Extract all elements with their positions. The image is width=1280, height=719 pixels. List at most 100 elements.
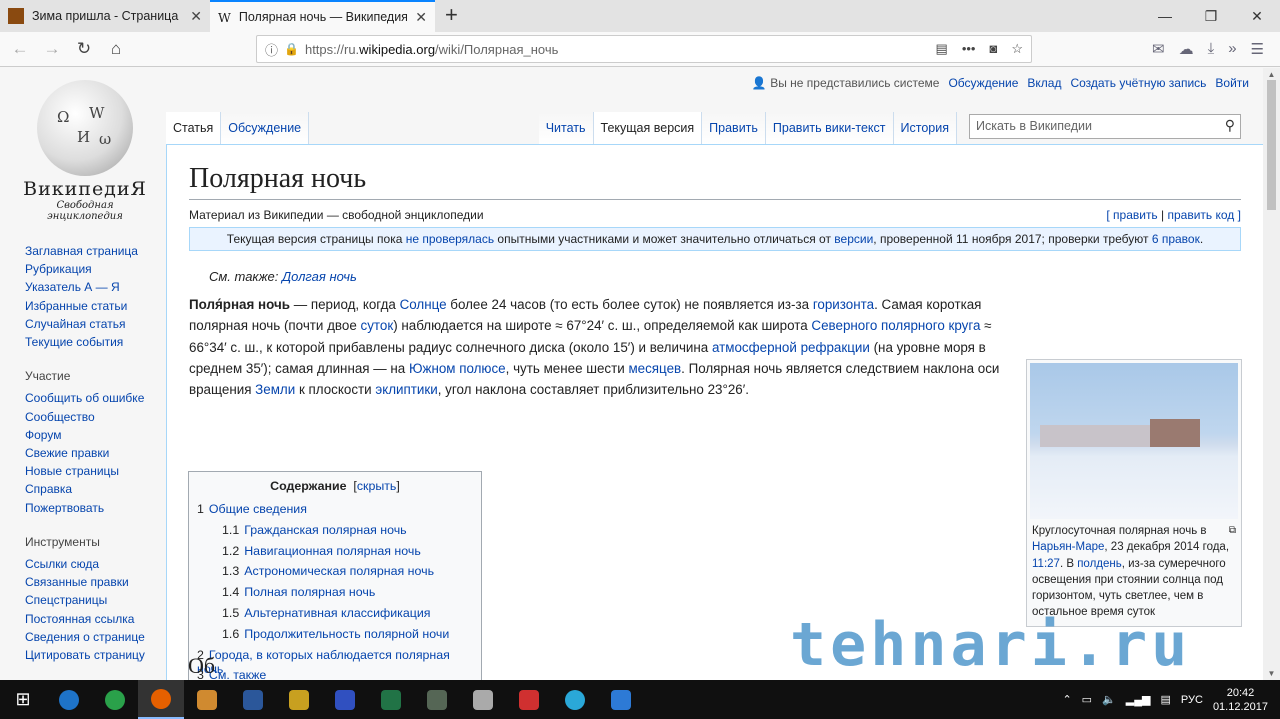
close-tab-icon[interactable]: ✕ — [415, 9, 427, 26]
sidebar-link[interactable]: Форум — [25, 426, 145, 444]
minimize-button[interactable]: — — [1142, 0, 1188, 32]
sidebar-link[interactable]: Новые страницы — [25, 462, 145, 480]
mail-icon[interactable]: ✉ — [1152, 40, 1165, 58]
sidebar-link[interactable]: Случайная статья — [25, 315, 145, 333]
toc-link[interactable]: Продолжительность полярной ночи — [244, 627, 449, 641]
browser-tab[interactable]: Зима пришла - Страница 2 - ✕ — [0, 0, 210, 32]
toc-link[interactable]: Астрономическая полярная ночь — [244, 564, 434, 578]
tab-talk[interactable]: Обсуждение — [221, 112, 310, 144]
taskbar-app-calculator-icon[interactable] — [598, 680, 644, 719]
more-icon[interactable]: ••• — [962, 41, 976, 57]
sidebar-link[interactable]: Свежие правки — [25, 444, 145, 462]
sidebar-link[interactable]: Текущие события — [25, 333, 145, 351]
contributions-link[interactable]: Вклад — [1027, 76, 1061, 90]
inline-link[interactable]: суток — [361, 318, 394, 333]
tab-edit[interactable]: Править — [702, 112, 766, 144]
taskbar-firefox-icon[interactable] — [138, 680, 184, 719]
tab-read[interactable]: Читать — [538, 112, 594, 144]
taskbar-app-blue-diamond-icon[interactable] — [322, 680, 368, 719]
toc-hide-link[interactable]: скрыть — [357, 479, 397, 493]
polar-night-photo[interactable] — [1030, 363, 1238, 519]
overflow-icon[interactable]: » — [1228, 40, 1236, 58]
sidebar-link[interactable]: Ссылки сюда — [25, 555, 145, 573]
inline-link[interactable]: полдень — [1077, 558, 1122, 570]
volume-icon[interactable]: 🔈 — [1102, 693, 1116, 706]
inline-link[interactable]: Нарьян-Маре — [1032, 541, 1104, 553]
notification-icon[interactable]: ▤ — [1161, 693, 1171, 706]
inline-link[interactable]: горизонта — [813, 297, 874, 312]
toc-link[interactable]: Общие сведения — [209, 502, 307, 516]
inline-link[interactable]: 6 правок — [1152, 232, 1200, 246]
sidebar-link[interactable]: Постоянная ссылка — [25, 610, 145, 628]
taskbar-excel-icon[interactable] — [368, 680, 414, 719]
start-button[interactable]: ⊞ — [0, 680, 46, 719]
toc-link[interactable]: Гражданская полярная ночь — [244, 523, 406, 537]
inline-link[interactable]: версии — [834, 232, 873, 246]
inline-link[interactable]: атмосферной рефракции — [712, 340, 870, 355]
inline-link[interactable]: Южном полюсе — [409, 361, 506, 376]
tray-expand-icon[interactable]: ⌃ — [1062, 693, 1071, 706]
sidebar-link[interactable]: Цитировать страницу — [25, 646, 145, 664]
tab-current-version[interactable]: Текущая версия — [593, 112, 703, 144]
url-bar[interactable]: ⓘ 🔒 https://ru.wikipedia.org/wiki/Полярна… — [256, 35, 1032, 63]
sidebar-link[interactable]: Рубрикация — [25, 260, 145, 278]
taskbar-app-disk-icon[interactable] — [460, 680, 506, 719]
info-icon[interactable]: ⓘ — [265, 40, 278, 59]
taskbar-app-video-icon[interactable] — [276, 680, 322, 719]
toc-item[interactable]: 1.2 Навигационная полярная ночь — [197, 544, 473, 565]
close-window-button[interactable]: ✕ — [1234, 0, 1280, 32]
enlarge-icon[interactable]: ⧉ — [1229, 523, 1236, 539]
login-link[interactable]: Войти — [1215, 76, 1249, 90]
sidebar-link[interactable]: Заглавная страница — [25, 242, 145, 260]
home-button[interactable]: ⌂ — [102, 35, 130, 63]
close-tab-icon[interactable]: ✕ — [190, 8, 202, 25]
edit-link[interactable]: править — [1113, 208, 1158, 222]
back-button[interactable]: ← — [6, 35, 34, 63]
toc-item[interactable]: 1 Общие сведения — [197, 502, 473, 523]
browser-tab-active[interactable]: W Полярная ночь — Википедия ✕ — [210, 0, 435, 32]
extension-icon[interactable]: ☁ — [1179, 40, 1194, 58]
wikipedia-logo[interactable]: ΩWИω ВикипедиЯ Свободная энциклопедия — [20, 80, 150, 222]
clock[interactable]: 20:42 01.12.2017 — [1213, 686, 1268, 714]
power-icon[interactable]: ▭ — [1082, 693, 1092, 706]
taskbar-edge-icon[interactable] — [46, 680, 92, 719]
pocket-icon[interactable]: ◙ — [989, 41, 997, 57]
talk-link[interactable]: Обсуждение — [948, 76, 1018, 90]
toc-link[interactable]: См. также — [209, 668, 266, 680]
network-icon[interactable]: ▂▄▆ — [1126, 693, 1151, 706]
forward-button[interactable]: → — [38, 35, 66, 63]
create-account-link[interactable]: Создать учётную запись — [1070, 76, 1206, 90]
search-icon[interactable]: ⚲ — [1225, 117, 1235, 134]
toc-item[interactable]: 1.3 Астрономическая полярная ночь — [197, 564, 473, 585]
sidebar-link[interactable]: Справка — [25, 480, 145, 498]
sidebar-link[interactable]: Сообщество — [25, 408, 145, 426]
toc-item[interactable]: 1.4 Полная полярная ночь — [197, 585, 473, 606]
inline-link[interactable]: Солнце — [400, 297, 447, 312]
inline-link[interactable]: 11:27 — [1032, 558, 1060, 570]
toc-link[interactable]: Навигационная полярная ночь — [244, 544, 421, 558]
inline-link[interactable]: не проверялась — [406, 232, 494, 246]
sidebar-link[interactable]: Спецстраницы — [25, 591, 145, 609]
maximize-button[interactable]: ❐ — [1188, 0, 1234, 32]
inline-link[interactable]: Долгая ночь — [282, 269, 357, 284]
bookmark-star-icon[interactable]: ☆ — [1011, 41, 1023, 57]
taskbar-word-icon[interactable] — [230, 680, 276, 719]
taskbar-app-paint-icon[interactable] — [184, 680, 230, 719]
language-indicator[interactable]: РУС — [1181, 694, 1203, 706]
taskbar-app-calculator-board-icon[interactable] — [414, 680, 460, 719]
taskbar-app-green-icon[interactable] — [92, 680, 138, 719]
toc-item[interactable]: 3 См. также — [197, 668, 473, 680]
sidebar-link[interactable]: Сведения о странице — [25, 628, 145, 646]
search-input[interactable]: Искать в Википедии ⚲ — [969, 114, 1241, 139]
sidebar-link[interactable]: Сообщить об ошибке — [25, 389, 145, 407]
sidebar-link[interactable]: Связанные правки — [25, 573, 145, 591]
inline-link[interactable]: эклиптики — [375, 382, 437, 397]
reader-view-icon[interactable]: ▤ — [936, 41, 948, 57]
tab-article[interactable]: Статья — [166, 112, 222, 144]
inline-link[interactable]: Земли — [255, 382, 295, 397]
edit-code-link[interactable]: править код — [1168, 208, 1235, 222]
toc-link[interactable]: Альтернативная классификация — [244, 606, 430, 620]
tab-edit-source[interactable]: Править вики-текст — [765, 112, 894, 144]
inline-link[interactable]: Северного полярного круга — [811, 318, 980, 333]
sidebar-link[interactable]: Пожертвовать — [25, 499, 145, 517]
